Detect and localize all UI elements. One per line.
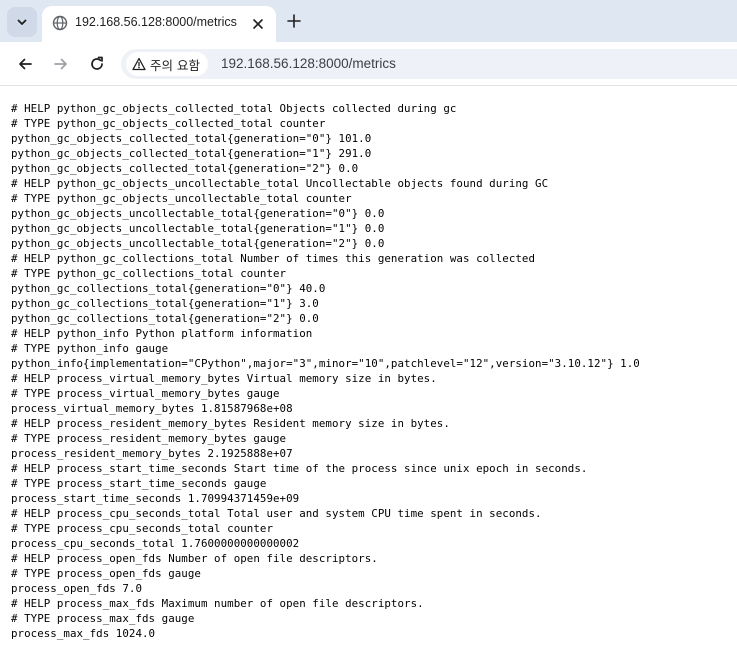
metric-line: # TYPE python_gc_objects_uncollectable_t… [11, 192, 352, 205]
metric-line: # TYPE process_start_time_seconds gauge [11, 477, 267, 490]
plus-icon [287, 14, 301, 28]
forward-arrow-icon [54, 58, 67, 70]
reload-icon [91, 56, 103, 70]
metric-line: process_resident_memory_bytes 2.1925888e… [11, 447, 293, 460]
security-status-chip[interactable]: 주의 요함 [126, 52, 208, 76]
metric-line: # HELP python_gc_objects_collected_total… [11, 102, 457, 115]
metric-line: # HELP process_open_fds Number of open f… [11, 552, 378, 565]
metric-line: # TYPE python_gc_objects_collected_total… [11, 117, 326, 130]
metric-line: # TYPE process_virtual_memory_bytes gaug… [11, 387, 280, 400]
metric-line: # HELP process_virtual_memory_bytes Virt… [11, 372, 437, 385]
globe-icon [52, 15, 68, 31]
metric-line: python_gc_collections_total{generation="… [11, 312, 319, 325]
metric-line: python_gc_objects_collected_total{genera… [11, 162, 359, 175]
metric-line: # TYPE python_info gauge [11, 342, 169, 355]
back-arrow-icon [19, 58, 32, 70]
metric-line: # HELP python_info Python platform infor… [11, 327, 313, 340]
metrics-text: # HELP python_gc_objects_collected_total… [11, 101, 640, 641]
metric-line: # HELP process_resident_memory_bytes Res… [11, 417, 450, 430]
metric-line: # TYPE process_open_fds gauge [11, 567, 201, 580]
close-icon [253, 19, 263, 29]
metric-line: process_max_fds 1024.0 [11, 627, 156, 640]
metric-line: process_open_fds 7.0 [11, 582, 143, 595]
metric-line: # TYPE process_resident_memory_bytes gau… [11, 432, 287, 445]
metric-line: process_virtual_memory_bytes 1.81587968e… [11, 402, 293, 415]
page-content: # HELP python_gc_objects_collected_total… [0, 87, 737, 655]
close-tab-button[interactable] [248, 14, 268, 34]
metric-line: # HELP python_gc_collections_total Numbe… [11, 252, 536, 265]
metric-line: python_gc_objects_collected_total{genera… [11, 132, 372, 145]
metric-line: python_gc_objects_uncollectable_total{ge… [11, 222, 385, 235]
metric-line: process_cpu_seconds_total 1.760000000000… [11, 537, 300, 550]
forward-button[interactable] [49, 52, 73, 76]
new-tab-button[interactable] [283, 10, 305, 32]
url-text[interactable]: 192.168.56.128:8000/metrics [221, 56, 396, 71]
chevron-down-icon [17, 19, 27, 25]
metric-line: # TYPE python_gc_collections_total count… [11, 267, 287, 280]
metric-line: python_gc_objects_uncollectable_total{ge… [11, 207, 385, 220]
metric-line: # HELP process_start_time_seconds Start … [11, 462, 588, 475]
browser-toolbar: 주의 요함 192.168.56.128:8000/metrics [0, 42, 737, 86]
metric-line: # HELP process_cpu_seconds_total Total u… [11, 507, 542, 520]
warning-triangle-icon [132, 57, 146, 71]
security-status-label: 주의 요함 [150, 57, 200, 73]
metric-line: python_gc_objects_collected_total{genera… [11, 147, 372, 160]
tab-search-button[interactable] [7, 7, 37, 37]
metric-line: # HELP process_max_fds Maximum number of… [11, 597, 424, 610]
back-button[interactable] [13, 52, 37, 76]
reload-button[interactable] [85, 52, 109, 76]
metric-line: python_gc_collections_total{generation="… [11, 297, 319, 310]
metric-line: # TYPE process_max_fds gauge [11, 612, 195, 625]
metric-line: python_gc_collections_total{generation="… [11, 282, 326, 295]
tab-strip: 192.168.56.128:8000/metrics [0, 0, 737, 42]
metric-line: # HELP python_gc_objects_uncollectable_t… [11, 177, 549, 190]
metric-line: process_start_time_seconds 1.70994371459… [11, 492, 300, 505]
metric-line: python_gc_objects_uncollectable_total{ge… [11, 237, 385, 250]
metric-line: python_info{implementation="CPython",maj… [11, 357, 640, 370]
tab-title: 192.168.56.128:8000/metrics [75, 15, 237, 29]
browser-tab[interactable]: 192.168.56.128:8000/metrics [42, 6, 276, 42]
metric-line: # TYPE process_cpu_seconds_total counter [11, 522, 274, 535]
address-bar[interactable]: 주의 요함 192.168.56.128:8000/metrics [121, 49, 737, 79]
